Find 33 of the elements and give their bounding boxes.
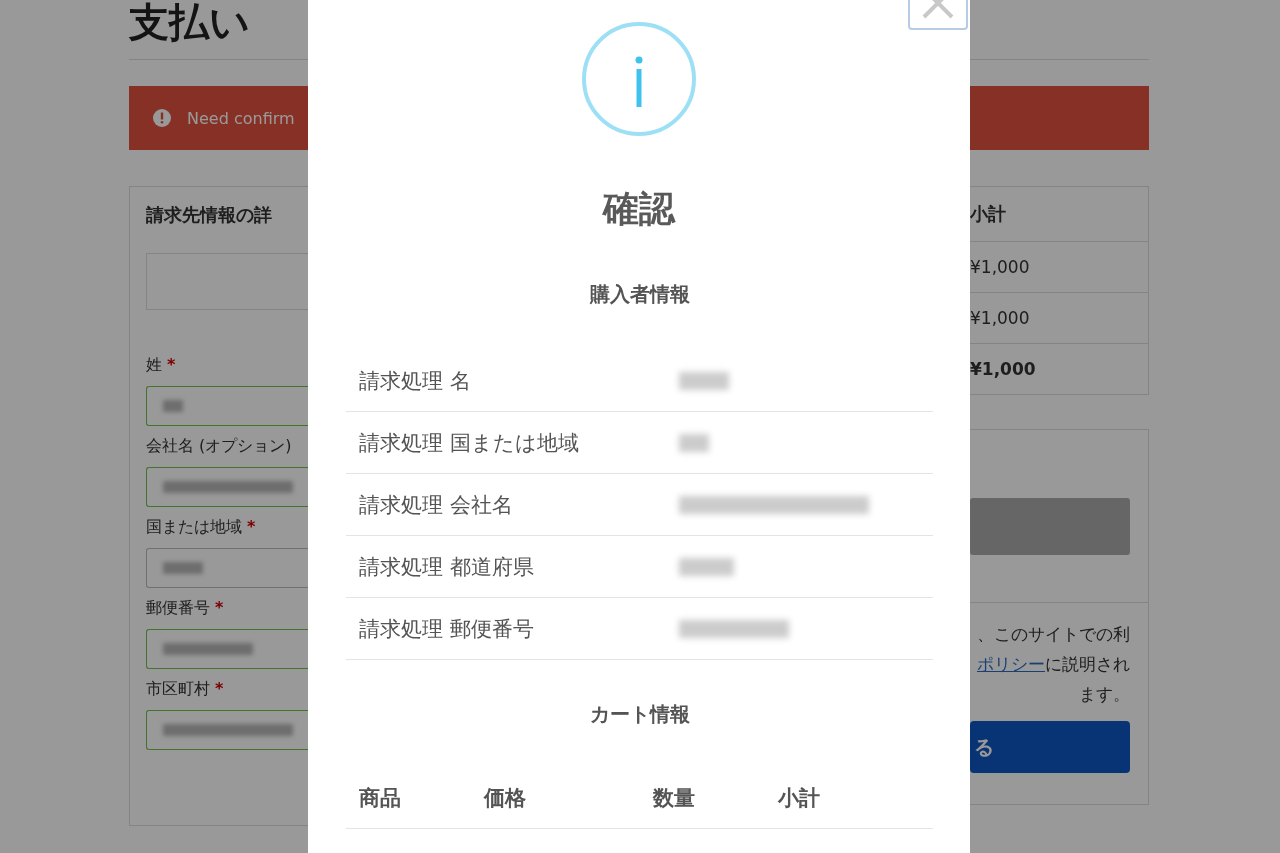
column-header: 数量	[653, 784, 696, 812]
column-header: 商品	[359, 784, 402, 812]
field-label: 郵便番号 *	[146, 598, 224, 618]
detail-label: 請求処理 会社名	[358, 491, 514, 519]
privacy-policy-link[interactable]: ポリシー	[977, 654, 1045, 674]
notice-text: Need confirm	[187, 108, 295, 128]
dialog-title: 確認	[601, 187, 677, 231]
field-label: 姓 *	[146, 355, 176, 375]
detail-label: 請求処理 郵便番号	[358, 615, 535, 643]
exclamation-icon	[153, 109, 171, 127]
section-heading: カート情報	[588, 701, 691, 728]
column-header: 小計	[970, 202, 1007, 226]
input-field[interactable]	[146, 629, 308, 669]
page-title: 支払い	[129, 0, 250, 44]
field-label: 国または地域 *	[146, 517, 256, 537]
section-heading: 請求先情報の詳	[146, 203, 273, 227]
field-label: 会社名 (オプション)	[146, 436, 292, 456]
detail-label: 請求処理 名	[358, 367, 472, 395]
input-field[interactable]	[146, 386, 308, 426]
input-field[interactable]	[146, 467, 308, 507]
column-header: 価格	[484, 784, 527, 812]
privacy-text: 、このサイトでの利 ポリシーに説明され ます。	[976, 623, 1130, 706]
input-field[interactable]	[146, 710, 308, 750]
info-icon	[581, 21, 697, 137]
close-icon	[921, 0, 955, 21]
detail-label: 請求処理 都道府県	[358, 553, 535, 581]
section-heading: 購入者情報	[588, 281, 691, 308]
column-header: 小計	[778, 784, 820, 812]
place-order-button[interactable]: る	[970, 721, 1130, 773]
field-label: 市区町村 *	[146, 679, 224, 699]
input-field[interactable]	[146, 548, 308, 588]
detail-label: 請求処理 国または地域	[358, 429, 580, 457]
close-button[interactable]	[908, 0, 968, 30]
